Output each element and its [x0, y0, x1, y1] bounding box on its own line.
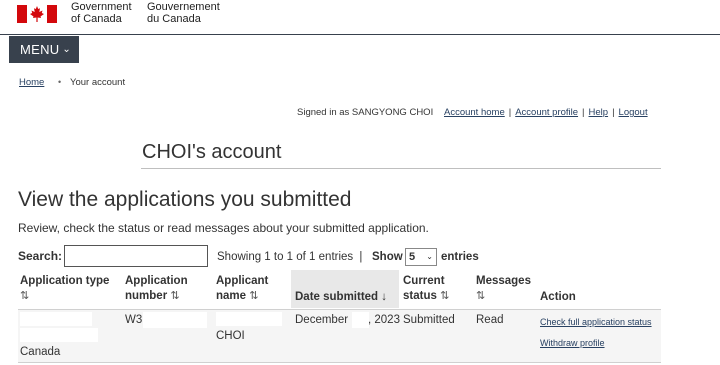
breadcrumb-current: Your account [70, 77, 126, 88]
check-status-link[interactable]: Check full application status [540, 317, 652, 327]
col-header-messages-label: Messages [476, 275, 531, 287]
page-size-select[interactable]: 5 ⌄ [405, 248, 437, 266]
sort-icon: ⇅ [249, 290, 259, 302]
sort-icon: ⇅ [20, 290, 30, 302]
account-home-link[interactable]: Account home [444, 107, 505, 118]
chevron-down-icon: ⌄ [62, 44, 71, 55]
signature-french[interactable]: Gouvernement du Canada [147, 1, 220, 25]
sort-icon: ⇅ [440, 290, 450, 302]
col-header-applicant-label2: name [216, 290, 247, 302]
help-link[interactable]: Help [589, 107, 609, 118]
sort-desc-icon: ↓ [381, 291, 388, 303]
signed-in-text: Signed in as SANGYONG CHOI [297, 107, 434, 118]
header-divider [0, 34, 720, 35]
redacted-block [20, 328, 98, 342]
account-profile-link[interactable]: Account profile [515, 107, 578, 118]
maple-leaf-icon [30, 6, 44, 22]
gov-fr-line2: du Canada [147, 13, 201, 25]
col-header-application-number[interactable]: Application number ⇅ [125, 274, 188, 304]
table-bottom-divider [18, 362, 661, 363]
redacted-block [20, 312, 92, 326]
page-size-value: 5 [409, 251, 416, 263]
chevron-down-icon: ⌄ [426, 252, 433, 261]
col-header-applicant-label: Applicant [216, 275, 269, 287]
col-header-action: Action [540, 291, 576, 303]
search-input[interactable] [64, 245, 208, 267]
cell-application-type: Canada [20, 346, 61, 358]
col-header-application-number-label: Application [125, 275, 188, 287]
col-header-status-label: Current [403, 275, 445, 287]
col-header-messages[interactable]: Messages ⇅ [476, 274, 531, 304]
account-title: CHOI's account [142, 141, 282, 163]
show-label: Show [372, 251, 403, 263]
cell-action-check: Check full application status [540, 316, 652, 328]
breadcrumb: Home [19, 77, 44, 88]
redacted-block [143, 312, 207, 328]
withdraw-profile-link[interactable]: Withdraw profile [540, 338, 605, 348]
account-title-rule [141, 168, 661, 169]
menu-label: MENU [20, 42, 60, 57]
breadcrumb-home-link[interactable]: Home [19, 77, 44, 88]
logout-link[interactable]: Logout [619, 107, 648, 118]
page-title: View the applications you submitted [18, 188, 352, 211]
cell-date-month: December [295, 314, 349, 326]
gov-fr-line1: Gouvernement [147, 1, 220, 13]
cell-status: Submitted [403, 314, 455, 326]
col-header-date-submitted[interactable]: Date submitted ↓ [295, 290, 387, 305]
col-header-application-number-label2: number [125, 290, 168, 302]
cell-messages: Read [476, 314, 504, 326]
redacted-block [216, 312, 282, 326]
entries-label: entries [441, 251, 479, 263]
col-header-application-type[interactable]: Application type ⇅ [20, 274, 109, 304]
col-header-application-type-label: Application type [20, 275, 110, 287]
showing-text: Showing 1 to 1 of 1 entries [217, 251, 354, 263]
breadcrumb-separator-icon: • [58, 77, 62, 87]
cell-application-number: W3 [125, 314, 143, 326]
account-links: Account home | Account profile | Help | Logout [444, 107, 648, 118]
canada-flag-icon [17, 5, 57, 23]
gov-en-line1: Government [71, 1, 132, 13]
cell-action-withdraw: Withdraw profile [540, 337, 605, 349]
cell-applicant-name: CHOI [216, 330, 245, 342]
col-header-applicant-name[interactable]: Applicant name ⇅ [216, 274, 268, 304]
showing-entries-text: Showing 1 to 1 of 1 entries | [217, 251, 363, 263]
sort-icon: ⇅ [170, 290, 180, 302]
redacted-block [352, 312, 369, 328]
signature-english[interactable]: Government of Canada [71, 1, 132, 25]
menu-button[interactable]: MENU ⌄ [9, 36, 79, 63]
search-label: Search: [18, 249, 63, 263]
col-header-status-label2: status [403, 290, 437, 302]
col-header-date-label: Date submitted [295, 291, 379, 303]
cell-date-year: , 2023 [368, 314, 400, 326]
col-header-current-status[interactable]: Current status ⇅ [403, 274, 449, 304]
sort-icon: ⇅ [476, 290, 486, 302]
gov-en-line2: of Canada [71, 13, 122, 25]
page-description: Review, check the status or read message… [18, 221, 429, 235]
